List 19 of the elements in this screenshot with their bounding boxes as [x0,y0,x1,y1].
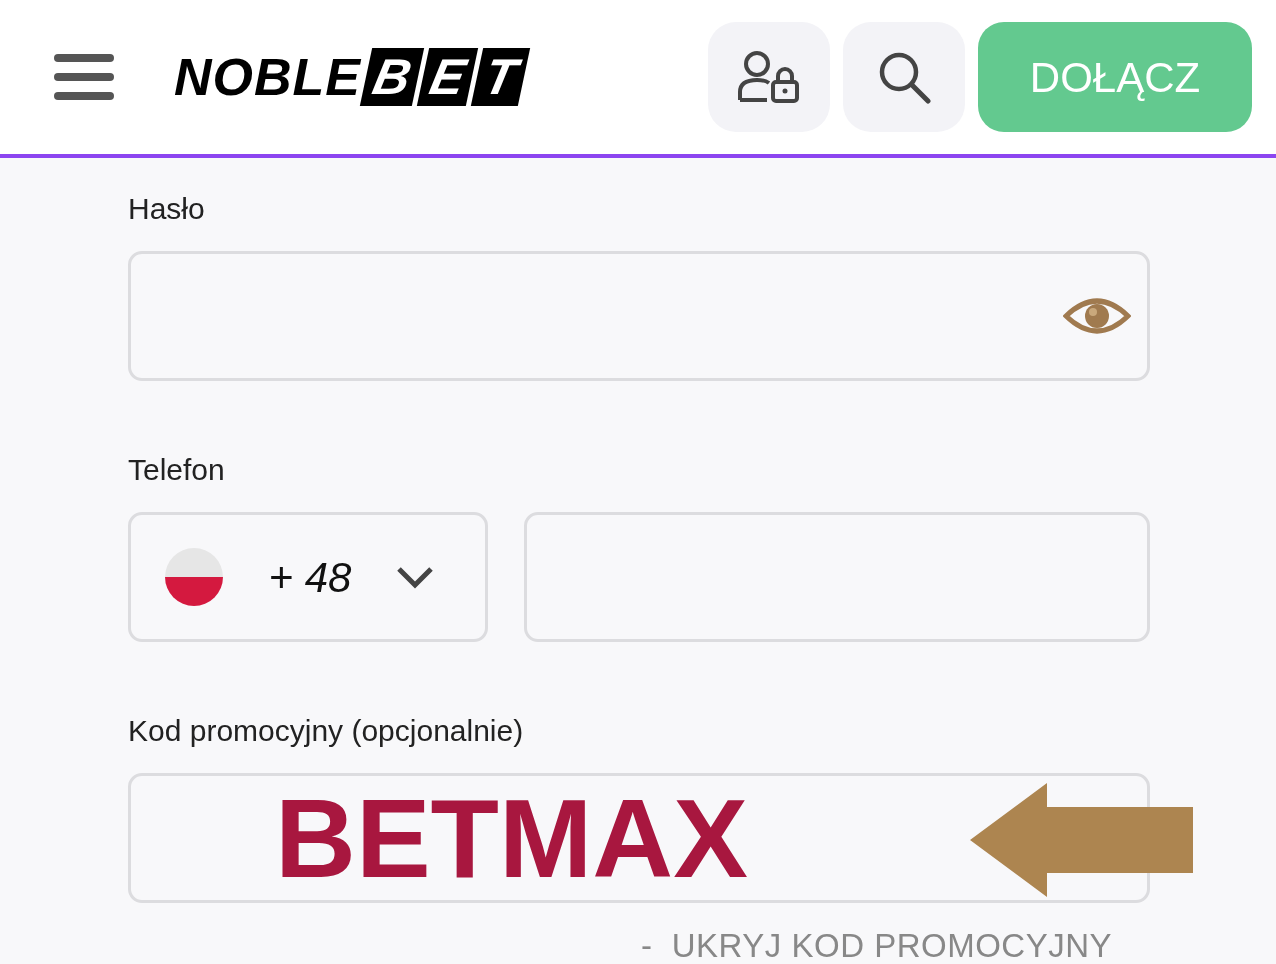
logo-text: NOBLE [174,51,361,103]
flag-icon [163,546,225,608]
chevron-down-icon [395,565,435,589]
search-icon [877,50,931,104]
field-label: Hasło [128,191,206,227]
menu-icon[interactable] [54,52,114,102]
account-button[interactable] [708,22,830,132]
user-lock-icon [737,50,801,104]
password-field[interactable] [128,251,1150,381]
country-code: + 48 [268,552,352,603]
field-label: Telefon [128,452,226,488]
search-button[interactable] [843,22,965,132]
logo-letter: T [471,48,531,106]
logo-letter: E [416,48,479,106]
arrow-left-icon [970,783,1194,898]
promo-code-field[interactable]: BETMAX [128,773,1150,903]
phone-field[interactable] [524,512,1150,642]
country-code-select[interactable]: + 48 [128,512,488,642]
field-label: Kod promocyjny (opcjonalnie) [128,713,525,749]
